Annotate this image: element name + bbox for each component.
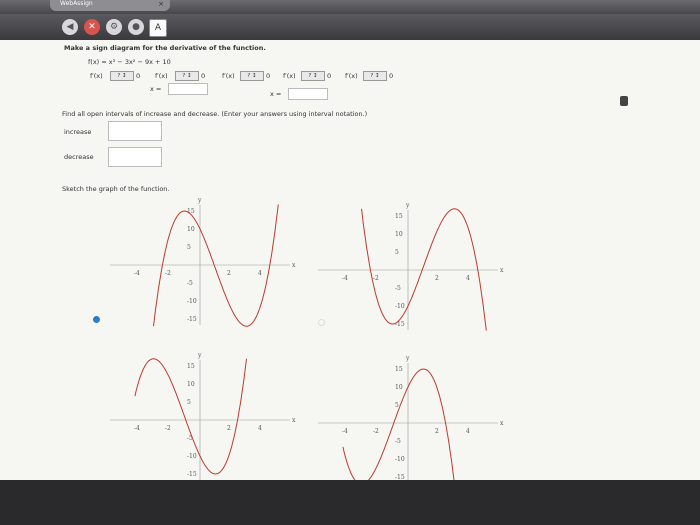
question-page: Make a sign diagram for the derivative o…	[0, 40, 700, 480]
user-icon[interactable]: ●	[128, 19, 144, 35]
graph-1-y-tick: -10	[187, 298, 197, 305]
graph-2-x-label: x	[500, 267, 504, 274]
graph-1-x-tick: -2	[165, 270, 171, 277]
graph-1-y-tick: -5	[187, 280, 193, 287]
graph-4-y-tick: -5	[395, 438, 401, 445]
graph-4-y-tick: 15	[395, 366, 403, 373]
graph-4-x-tick: -4	[342, 428, 348, 435]
graph-3-y-tick: -10	[187, 453, 197, 460]
graph-4-x-tick: 2	[435, 428, 439, 435]
graph-3-x-tick: -4	[134, 425, 140, 432]
stop-icon[interactable]: ✕	[84, 19, 100, 35]
graph-2-y-tick: 10	[395, 231, 403, 238]
graph-3-y-tick: -15	[187, 471, 197, 478]
browser-top-strip: WebAssign ×	[0, 0, 700, 14]
graph-3-y-label: y	[197, 352, 202, 359]
graph-1-y-tick: -15	[187, 316, 197, 323]
graph-4-x-tick: 4	[466, 428, 470, 435]
graph-1-x-tick: 4	[258, 270, 262, 277]
graph-4-x-tick: -2	[373, 428, 379, 435]
graph-4-y-label: y	[405, 355, 410, 362]
graph-3-y-tick: 10	[187, 381, 195, 388]
graph-3-y-tick: 5	[187, 399, 191, 406]
graph-2-y-label: y	[405, 202, 410, 209]
graph-1-x-label: x	[292, 262, 296, 269]
graph-3-x-tick: 2	[227, 425, 231, 432]
browser-toolbar: ◀ ✕ ⚙ ● A	[0, 14, 700, 40]
graph-2-y-tick: -10	[395, 303, 405, 310]
graph-options: x y -4 -2 2 4 15 10 5 -5 -10 -15 x y -4 -2 2 4 15 10 5 -5 -10 -…	[110, 197, 504, 480]
graph-2-x-tick: -2	[373, 275, 379, 282]
graph-1-y-tick: 10	[187, 226, 195, 233]
graph-2-y-tick: -5	[395, 285, 401, 292]
graph-4-y-tick: -10	[395, 456, 405, 463]
back-icon[interactable]: ◀	[62, 19, 78, 35]
graph-1-y-label: y	[197, 197, 202, 204]
settings-icon[interactable]: ⚙	[106, 19, 122, 35]
monitor-bezel	[0, 480, 700, 525]
graph-3-x-label: x	[292, 417, 296, 424]
graph-1-x-tick: 2	[227, 270, 231, 277]
graph-4-x-label: x	[500, 420, 504, 427]
graph-2-x-tick: -4	[342, 275, 348, 282]
graph-1-y-tick: 5	[187, 244, 191, 251]
text-size-icon[interactable]: A	[149, 19, 167, 37]
browser-tab[interactable]: WebAssign ×	[50, 0, 170, 11]
graph-2-y-tick: 5	[395, 249, 399, 256]
graph-3-x-tick: -2	[165, 425, 171, 432]
graph-4-y-tick: 5	[395, 402, 399, 409]
graph-2-y-tick: 15	[395, 213, 403, 220]
graph-1-x-tick: -4	[134, 270, 140, 277]
graph-2-x-tick: 2	[435, 275, 439, 282]
graph-3-x-tick: 4	[258, 425, 262, 432]
graph-4-y-tick: 10	[395, 384, 403, 391]
graph-2-x-tick: 4	[466, 275, 470, 282]
close-icon[interactable]: ×	[158, 0, 164, 8]
graph-3-y-tick: 15	[187, 363, 195, 370]
tab-title: WebAssign	[60, 0, 93, 7]
